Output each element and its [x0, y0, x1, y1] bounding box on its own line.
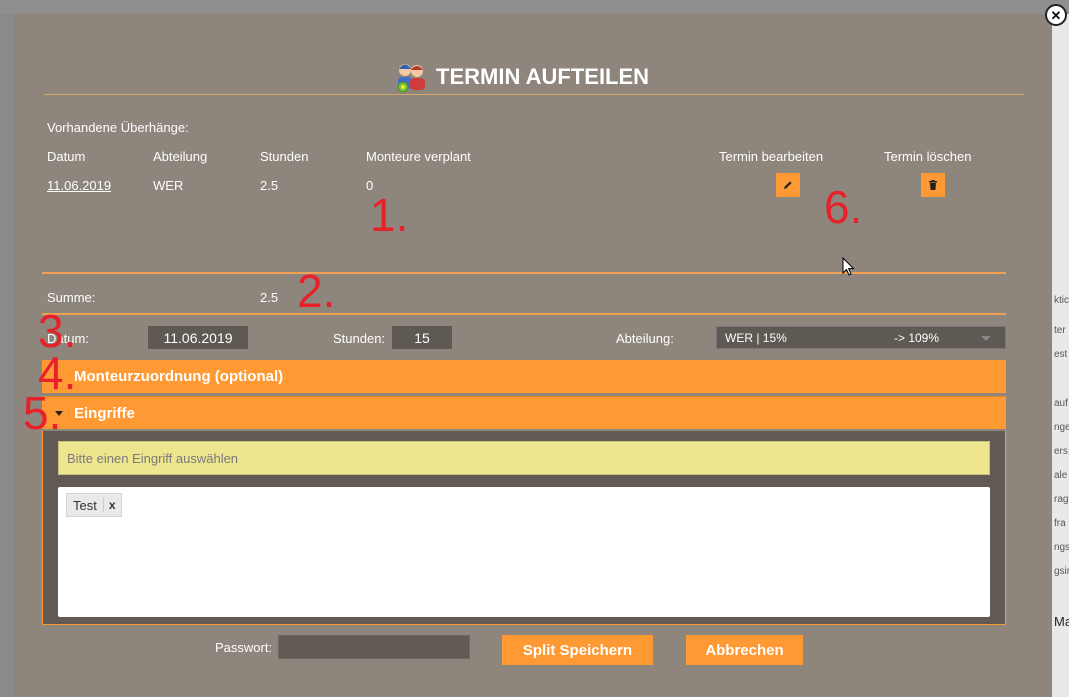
cancel-button[interactable]: Abbrechen — [686, 635, 803, 665]
department-extra: -> 109% — [894, 331, 940, 345]
intervention-tag: Test x — [66, 493, 122, 517]
annotation-5: 5. — [23, 387, 62, 439]
section-divider — [42, 313, 1006, 315]
annotation-1: 1. — [370, 189, 409, 241]
bg-fragment: auf — [1054, 398, 1068, 409]
interventions-panel: Bitte einen Eingriff auswählen Test x — [42, 431, 1006, 625]
overhang-date-link[interactable]: 11.06.2019 — [47, 178, 111, 193]
users-split-icon — [394, 60, 428, 94]
password-input[interactable] — [278, 635, 470, 659]
bg-fragment: gsir — [1054, 566, 1069, 577]
bg-fragment: rag — [1054, 494, 1069, 505]
annotation-2: 2. — [297, 265, 336, 317]
mouse-cursor-icon — [842, 257, 855, 276]
fitters-accordion-label: Monteurzuordnung (optional) — [74, 368, 284, 385]
col-header-department: Abteilung — [153, 149, 208, 164]
bg-fragment: ngs — [1054, 542, 1069, 553]
hours-input[interactable]: 15 — [392, 326, 452, 349]
department-label: Abteilung: — [616, 331, 674, 346]
col-header-delete: Termin löschen — [884, 149, 972, 164]
close-icon[interactable]: ✕ — [1045, 4, 1067, 26]
overhang-hours: 2.5 — [260, 178, 279, 193]
title-text: TERMIN AUFTEILEN — [436, 64, 650, 89]
tag-remove-button[interactable]: x — [102, 498, 121, 512]
department-select[interactable]: WER | 15% -> 109% — [716, 326, 1006, 349]
overhangs-label: Vorhandene Überhänge: — [47, 120, 189, 135]
title-divider — [44, 94, 1024, 95]
bg-fragment: Mar — [1054, 614, 1069, 629]
delete-appointment-button[interactable] — [921, 173, 945, 197]
intervention-search-input[interactable]: Bitte einen Eingriff auswählen — [58, 441, 990, 475]
edit-appointment-button[interactable] — [776, 173, 800, 197]
bg-fragment: ter — [1054, 325, 1066, 336]
date-input[interactable]: 11.06.2019 — [148, 326, 248, 349]
col-header-edit: Termin bearbeiten — [719, 149, 824, 164]
sum-value: 2.5 — [260, 290, 279, 305]
tag-label: Test — [73, 497, 97, 513]
section-divider — [42, 272, 1006, 274]
split-save-button[interactable]: Split Speichern — [502, 635, 653, 665]
fitters-accordion-header[interactable]: Monteurzuordnung (optional) — [42, 360, 1006, 393]
pencil-icon — [784, 181, 792, 189]
col-header-date: Datum — [47, 149, 86, 164]
bg-fragment: fra — [1054, 518, 1066, 529]
background-left — [0, 14, 14, 697]
bg-fragment: ers — [1054, 446, 1068, 457]
trash-icon — [929, 180, 937, 190]
background-header — [0, 0, 1069, 15]
modal-title: TERMIN AUFTEILEN — [394, 60, 694, 94]
overhang-department: WER — [153, 178, 184, 193]
background-page-edge: ktic ter est auf nge ers ale rag fra ngs… — [1052, 14, 1069, 697]
bg-fragment: nge — [1054, 422, 1069, 433]
bg-fragment: est — [1054, 349, 1068, 360]
col-header-hours: Stunden — [260, 149, 309, 164]
annotation-6: 6. — [824, 181, 863, 233]
hours-label: Stunden: — [333, 331, 386, 346]
department-value: WER | 15% — [725, 331, 787, 345]
sum-label: Summe: — [47, 290, 96, 305]
bg-fragment: ktic — [1054, 295, 1069, 306]
col-header-fitters: Monteure verplant — [366, 149, 471, 164]
split-appointment-modal: TERMIN AUFTEILEN Vorhandene Überhänge: D… — [14, 14, 1052, 697]
chevron-down-icon — [981, 336, 991, 341]
interventions-accordion-header[interactable]: Eingriffe — [42, 396, 1006, 429]
bg-fragment: ale — [1054, 470, 1068, 481]
interventions-accordion-label: Eingriffe — [74, 404, 135, 422]
password-label: Passwort: — [215, 640, 273, 655]
intervention-tag-list: Test x — [58, 487, 990, 617]
